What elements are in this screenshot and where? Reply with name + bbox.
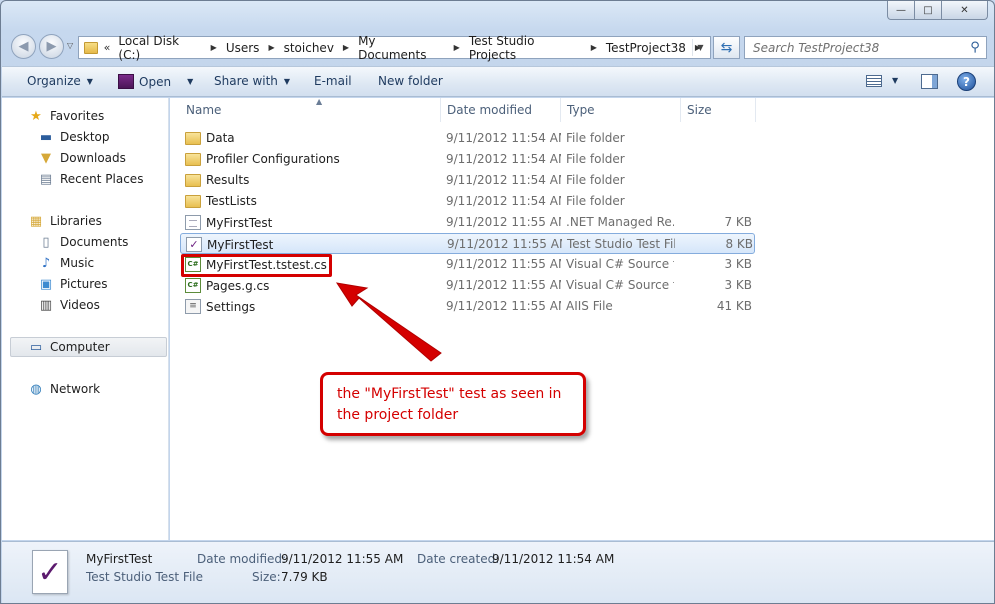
details-size-value: 7.79 KB bbox=[281, 570, 328, 584]
details-file-name: MyFirstTest bbox=[86, 552, 153, 566]
annotation-arrow bbox=[335, 282, 442, 362]
callout-line-2: the project folder bbox=[337, 407, 459, 423]
explorer-window: — □ ✕ ◀ ▶ ▽ « Local Disk (C:) ▶ Users ▶ st… bbox=[0, 0, 995, 604]
details-file-type: Test Studio Test File bbox=[86, 570, 204, 584]
details-date-created-label: Date created: bbox=[417, 552, 500, 566]
details-date-modified-label: Date modified: bbox=[197, 552, 287, 566]
test-studio-file-icon: ✓ bbox=[32, 550, 68, 594]
details-size-label: Size: bbox=[252, 570, 281, 584]
details-pane: ✓ MyFirstTest Test Studio Test File Date… bbox=[2, 541, 994, 603]
details-date-modified-value: 9/11/2012 11:55 AM bbox=[281, 552, 404, 566]
annotation-callout: the "MyFirstTest" test as seen in the pr… bbox=[320, 372, 586, 436]
callout-line-1: the "MyFirstTest" test as seen in bbox=[337, 386, 562, 402]
details-date-created-value: 9/11/2012 11:54 AM bbox=[492, 552, 615, 566]
